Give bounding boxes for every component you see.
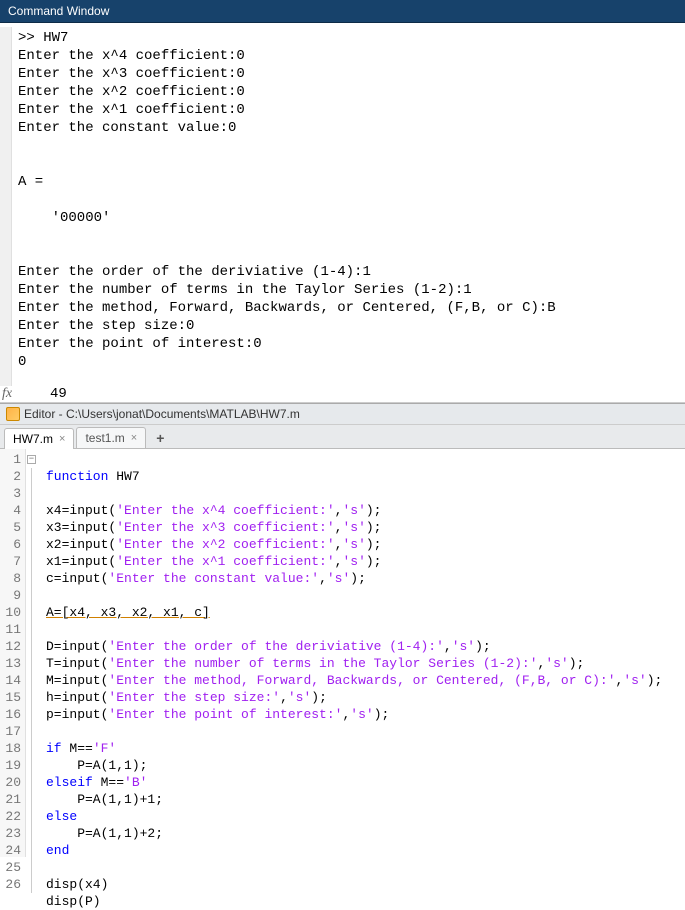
- code-text: x4=input(: [46, 503, 116, 518]
- code-string: 's': [342, 520, 365, 535]
- code-string: 's': [327, 571, 350, 586]
- command-window-gutter: [0, 27, 12, 403]
- code-string: 's': [342, 537, 365, 552]
- code-text: );: [647, 673, 663, 688]
- code-text: D=input(: [46, 639, 108, 654]
- line-number-gutter: 1234567891011121314151617181920212223242…: [0, 449, 26, 857]
- code-keyword: else: [46, 809, 77, 824]
- fold-toggle-icon[interactable]: −: [27, 455, 36, 464]
- code-text: ,: [444, 639, 452, 654]
- code-text: HW7: [108, 469, 139, 484]
- code-string: 'Enter the order of the deriviative (1-4…: [108, 639, 443, 654]
- code-text: x1=input(: [46, 554, 116, 569]
- command-window-output[interactable]: >> HW7 Enter the x^4 coefficient:0 Enter…: [12, 27, 685, 403]
- code-keyword: elseif: [46, 775, 93, 790]
- code-string: 'Enter the constant value:': [108, 571, 319, 586]
- code-text: c=input(: [46, 571, 108, 586]
- fx-prompt-row[interactable]: fx 49: [0, 386, 685, 403]
- code-text: h=input(: [46, 690, 108, 705]
- code-text: A=[x4, x3, x2, x1, c]: [46, 605, 210, 620]
- code-text: );: [366, 520, 382, 535]
- code-text: ,: [319, 571, 327, 586]
- code-string: 's': [623, 673, 646, 688]
- code-text: );: [366, 537, 382, 552]
- fx-value: 49: [20, 386, 67, 402]
- command-window-titlebar: Command Window: [0, 0, 685, 23]
- fx-icon: fx: [2, 386, 20, 402]
- code-keyword: if: [46, 741, 62, 756]
- code-string: 's': [350, 707, 373, 722]
- editor-file-icon: [6, 407, 20, 421]
- code-string: 'Enter the x^3 coefficient:': [116, 520, 334, 535]
- code-text: M=input(: [46, 673, 108, 688]
- code-keyword: function: [46, 469, 108, 484]
- command-window-title: Command Window: [8, 4, 109, 18]
- code-text: x3=input(: [46, 520, 116, 535]
- code-text: );: [350, 571, 366, 586]
- code-string: 's': [342, 554, 365, 569]
- code-string: 'Enter the x^1 coefficient:': [116, 554, 334, 569]
- code-text: ,: [280, 690, 288, 705]
- close-icon[interactable]: ×: [131, 432, 137, 444]
- close-icon[interactable]: ×: [59, 433, 65, 445]
- code-string: 'Enter the x^2 coefficient:': [116, 537, 334, 552]
- code-text: );: [475, 639, 491, 654]
- add-tab-button[interactable]: +: [148, 428, 172, 448]
- code-text: disp(P): [46, 894, 101, 909]
- code-keyword: end: [46, 843, 69, 858]
- editor-title: Editor - C:\Users\jonat\Documents\MATLAB…: [24, 407, 300, 421]
- code-string: 's': [342, 503, 365, 518]
- code-string: 'Enter the point of interest:': [108, 707, 342, 722]
- tab-test1[interactable]: test1.m ×: [76, 427, 146, 448]
- tab-hw7[interactable]: HW7.m ×: [4, 428, 74, 449]
- code-text: );: [374, 707, 390, 722]
- code-text: P=A(1,1);: [46, 758, 147, 773]
- code-string: 's': [452, 639, 475, 654]
- code-string: 'F': [93, 741, 116, 756]
- code-string: 's': [288, 690, 311, 705]
- code-text: M==: [62, 741, 93, 756]
- code-text: P=A(1,1)+2;: [46, 826, 163, 841]
- editor[interactable]: 1234567891011121314151617181920212223242…: [0, 449, 685, 857]
- code-text: );: [569, 656, 585, 671]
- code-text: );: [366, 503, 382, 518]
- editor-titlebar: Editor - C:\Users\jonat\Documents\MATLAB…: [0, 403, 685, 425]
- command-window[interactable]: >> HW7 Enter the x^4 coefficient:0 Enter…: [0, 23, 685, 403]
- code-string: 'Enter the x^4 coefficient:': [116, 503, 334, 518]
- code-string: 'Enter the method, Forward, Backwards, o…: [108, 673, 615, 688]
- code-area[interactable]: function HW7 x4=input('Enter the x^4 coe…: [40, 449, 685, 857]
- editor-tab-bar: HW7.m × test1.m × +: [0, 425, 685, 449]
- code-text: T=input(: [46, 656, 108, 671]
- tab-label: test1.m: [85, 431, 124, 445]
- code-string: 's': [545, 656, 568, 671]
- fold-gutter: −: [26, 449, 40, 857]
- code-text: M==: [93, 775, 124, 790]
- code-string: 'B': [124, 775, 147, 790]
- code-text: P=A(1,1)+1;: [46, 792, 163, 807]
- code-text: );: [311, 690, 327, 705]
- code-text: disp(x4): [46, 877, 108, 892]
- code-text: p=input(: [46, 707, 108, 722]
- code-string: 'Enter the step size:': [108, 690, 280, 705]
- code-text: );: [366, 554, 382, 569]
- code-string: 'Enter the number of terms in the Taylor…: [108, 656, 537, 671]
- code-text: x2=input(: [46, 537, 116, 552]
- tab-label: HW7.m: [13, 432, 53, 446]
